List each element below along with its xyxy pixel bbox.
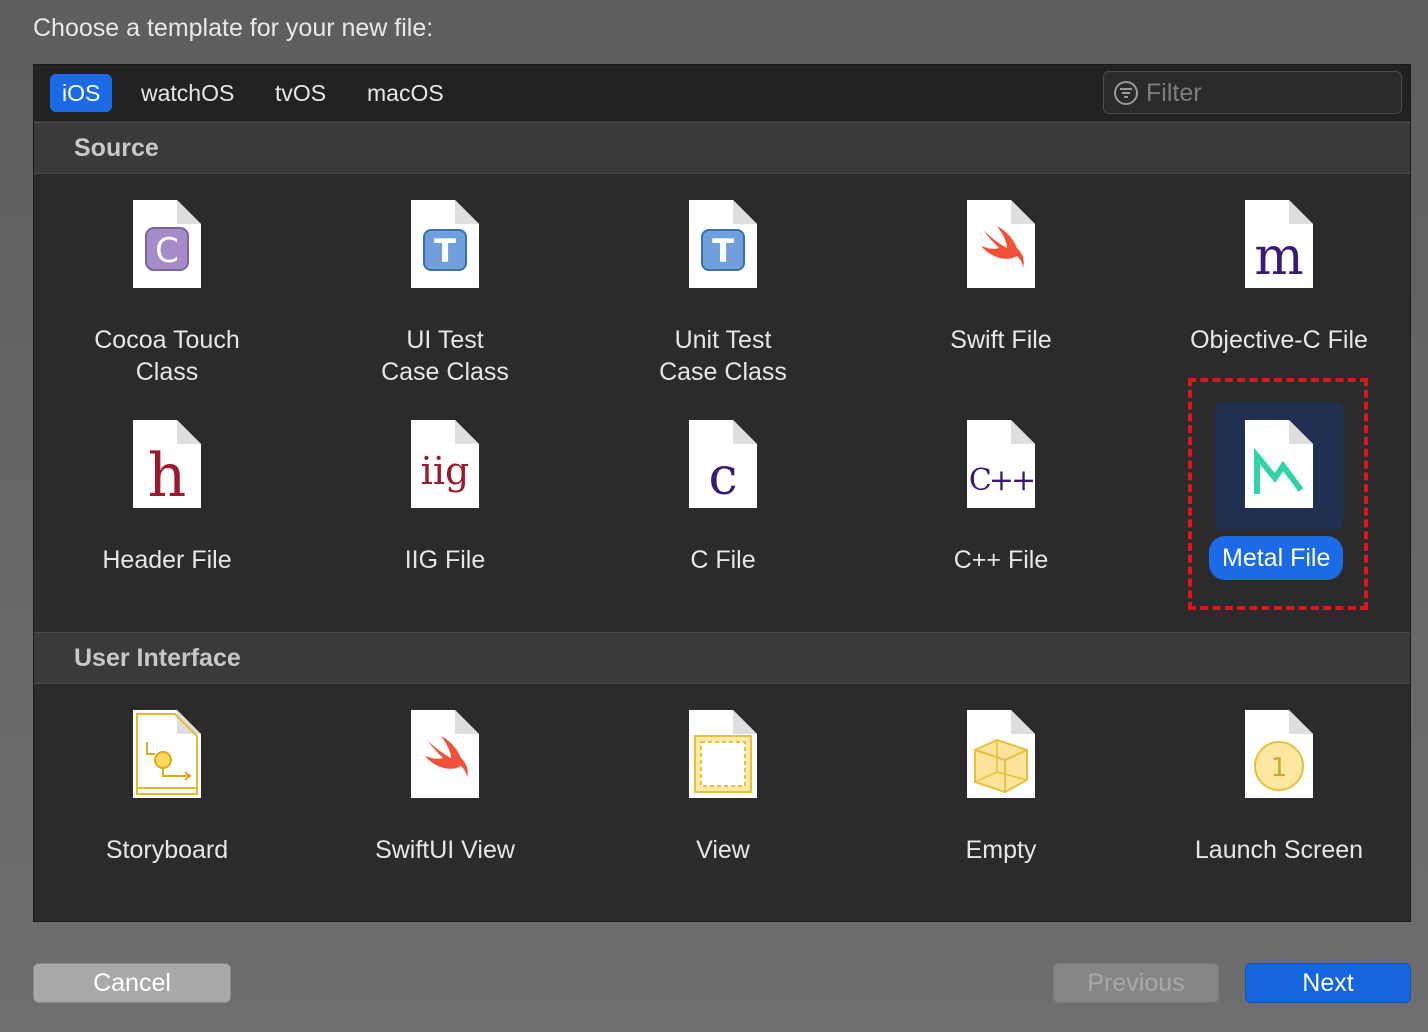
header-glyph: h [148,441,187,508]
section-title-source: Source [74,134,159,162]
iig-file-icon: iig [411,420,479,508]
view-icon [689,710,757,798]
header-file-icon: h [133,420,201,508]
template-objective-c-file[interactable]: m Objective-C File [1140,200,1418,390]
objective-c-icon: m [1245,200,1313,288]
template-swift-file[interactable]: Swift File [862,200,1140,390]
template-storyboard[interactable]: Storyboard [28,710,306,870]
launch-screen-icon: 1 [1245,710,1313,798]
unit-test-icon: T [689,200,757,288]
cpp-glyph: C++ [969,463,1033,498]
template-unit-test-case-class[interactable]: T Unit Test Case Class [584,200,862,390]
template-label: Swift File [950,326,1052,354]
previous-button[interactable]: Previous [1053,963,1219,1003]
tab-ios[interactable]: iOS [50,74,113,112]
template-header-file[interactable]: h Header File [28,420,306,580]
template-label: Header File [102,546,232,574]
template-launch-screen[interactable]: 1 Launch Screen [1140,710,1418,870]
template-label: Empty [965,836,1037,864]
objc-glyph: m [1254,227,1303,287]
template-empty[interactable]: Empty [862,710,1140,870]
template-label: Launch Screen [1194,836,1364,864]
template-label: View [696,836,750,864]
template-label: C File [690,546,756,574]
filter-icon [1114,81,1138,105]
template-cpp-file[interactable]: C++ C++ File [862,420,1140,580]
storyboard-icon [133,710,201,798]
filter-input[interactable] [1146,76,1386,110]
prompt-text: Choose a template for your new file: [33,14,434,42]
template-c-file[interactable]: c C File [584,420,862,580]
section-header-source: Source [34,122,1410,174]
template-label: IIG File [404,546,486,574]
next-button[interactable]: Next [1245,963,1411,1003]
template-iig-file[interactable]: iig IIG File [306,420,584,580]
platform-tab-bar: iOS watchOS tvOS macOS [34,65,1410,122]
test-glyph: T [434,232,456,270]
tab-tvos[interactable]: tvOS [263,74,338,112]
section-title-user-interface: User Interface [74,644,241,672]
section-header-user-interface: User Interface [34,632,1410,684]
template-label: SwiftUI View [375,836,515,864]
c-glyph: c [708,447,737,507]
filter-field[interactable] [1103,71,1402,114]
template-label: UI Test Case Class [381,326,509,386]
ui-test-icon: T [411,200,479,288]
test-glyph: T [712,232,734,270]
cocoa-touch-class-icon: C [133,200,201,288]
swift-icon [967,200,1035,288]
tab-watchos[interactable]: watchOS [129,74,246,112]
iig-glyph: iig [421,449,470,493]
template-label: C++ File [953,546,1049,574]
cocoa-glyph: C [155,231,179,271]
template-label: Cocoa Touch Class [94,326,240,386]
template-swiftui-view[interactable]: SwiftUI View [306,710,584,870]
template-label: Unit Test Case Class [659,326,787,386]
launch-glyph: 1 [1271,753,1288,783]
cpp-file-icon: C++ [967,420,1035,508]
swiftui-icon [411,710,479,798]
cancel-button[interactable]: Cancel [33,963,231,1003]
template-label: Objective-C File [1190,326,1368,354]
c-file-icon: c [689,420,757,508]
template-ui-test-case-class[interactable]: T UI Test Case Class [306,200,584,390]
template-label: Storyboard [105,836,229,864]
tab-macos[interactable]: macOS [355,74,456,112]
annotation-highlight-box [1188,378,1368,610]
empty-icon [967,710,1035,798]
template-cocoa-touch-class[interactable]: C Cocoa Touch Class [28,200,306,390]
template-view[interactable]: View [584,710,862,870]
